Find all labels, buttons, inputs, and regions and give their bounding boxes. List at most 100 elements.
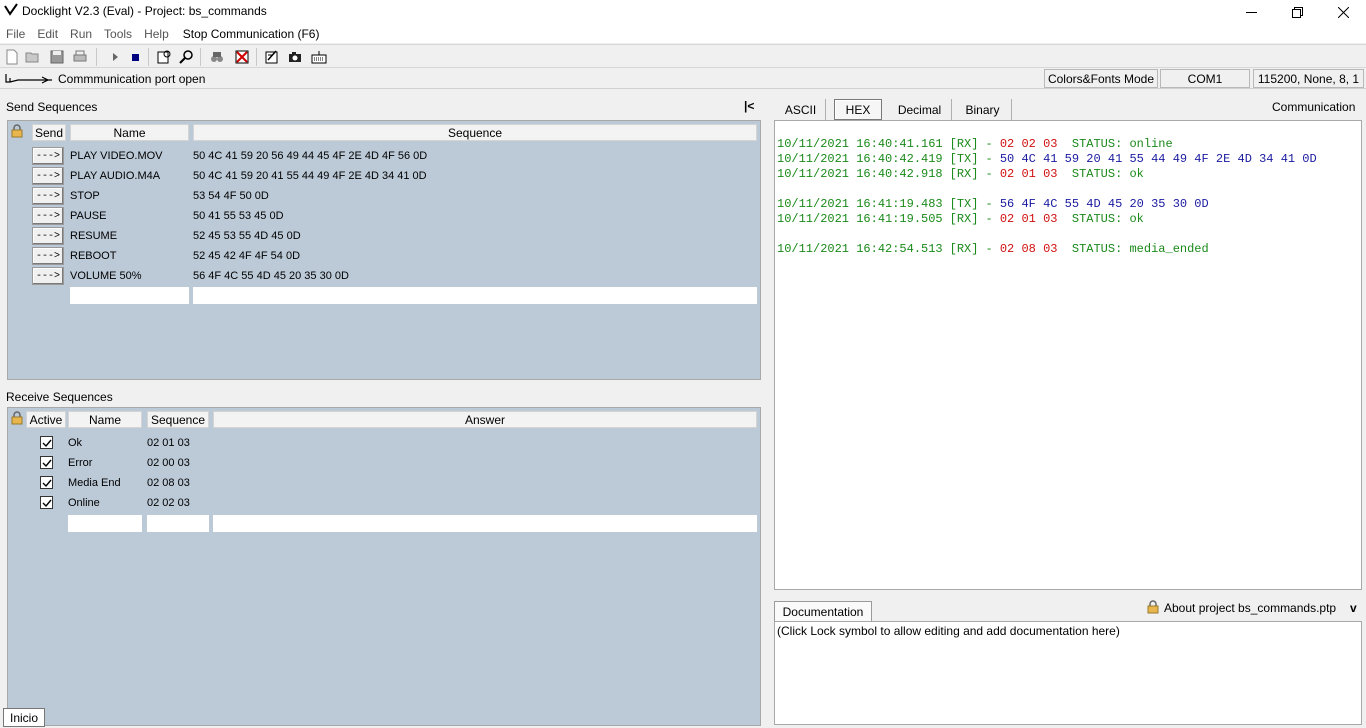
toolbar-separator [256,48,257,66]
send-sequence-value[interactable]: 53 54 4F 50 0D [193,187,269,205]
save-icon [50,50,64,64]
tab-hex[interactable]: HEX [834,99,882,120]
open-button[interactable] [24,48,42,66]
expand-toggle[interactable]: v [1350,601,1357,615]
send-sequence-value[interactable]: 50 4C 41 59 20 41 55 44 49 4F 2E 4D 34 4… [193,167,427,185]
active-checkbox[interactable] [40,476,53,489]
send-sequence-value[interactable]: 56 4F 4C 55 4D 45 20 35 30 0D [193,267,349,285]
tab-documentation[interactable]: Documentation [774,601,872,621]
search-button[interactable] [177,48,195,66]
send-sequence-name[interactable]: PAUSE [70,207,106,225]
send-sequence-name[interactable]: PLAY AUDIO.M4A [70,167,160,185]
about-project-label: About project bs_commands.ptp [1164,601,1337,615]
send-button[interactable]: ---> [32,267,64,285]
status-bar: Commmunication port open Colors&Fonts Mo… [0,68,1366,89]
new-receive-name-cell[interactable] [68,515,142,532]
play-button[interactable] [106,48,124,66]
col-header-send[interactable]: Send [32,124,66,141]
col-header-active[interactable]: Active [26,411,66,428]
menu-help[interactable]: Help [138,27,175,41]
send-sequence-value[interactable]: 52 45 53 55 4D 45 0D [193,227,301,245]
col-header-sequence[interactable]: Sequence [147,411,209,428]
log-timestamp: 10/11/2021 16:40:41.161 [777,137,943,151]
log-status: STATUS: online [1057,137,1173,151]
send-sequence-name[interactable]: REBOOT [70,247,116,265]
new-send-name-cell[interactable] [70,287,189,304]
send-button[interactable]: ---> [32,227,64,245]
send-sequence-name[interactable]: STOP [70,187,100,205]
colors-fonts-mode[interactable]: Colors&Fonts Mode [1044,69,1158,88]
send-button[interactable]: ---> [32,147,64,165]
collapse-toggle[interactable]: |< [744,99,754,113]
log-bytes: 56 4F 4C 55 4D 45 20 35 30 0D [999,197,1209,211]
receive-sequence-name[interactable]: Media End [68,474,121,492]
lock-icon[interactable] [10,411,24,425]
send-sequence-name[interactable]: VOLUME 50% [70,267,142,285]
col-header-name[interactable]: Name [68,411,142,428]
active-checkbox[interactable] [40,436,53,449]
script-button[interactable] [263,48,281,66]
send-sequence-name[interactable]: RESUME [70,227,117,245]
send-button[interactable]: ---> [32,207,64,225]
receive-sequence-name[interactable]: Ok [68,434,82,452]
send-sequence-name[interactable]: PLAY VIDEO.MOV [70,147,163,165]
active-checkbox[interactable] [40,496,53,509]
col-header-name[interactable]: Name [70,124,189,141]
send-button[interactable]: ---> [32,247,64,265]
stop-icon [132,54,139,61]
log-timestamp: 10/11/2021 16:42:54.513 [777,242,943,256]
new-receive-sequence-cell[interactable] [147,515,209,532]
save-button[interactable] [48,48,66,66]
new-send-sequence-cell[interactable] [193,287,757,304]
keyboard-icon [311,51,327,64]
new-button[interactable] [3,48,21,66]
close-button[interactable] [1320,0,1366,24]
menu-tools[interactable]: Tools [98,27,138,41]
active-checkbox[interactable] [40,456,53,469]
menu-file[interactable]: File [0,27,31,41]
play-icon [113,53,118,61]
receive-sequence-value[interactable]: 02 08 03 [147,474,190,492]
settings-button[interactable] [155,48,173,66]
restore-button[interactable] [1274,0,1320,24]
find-icon [211,52,223,62]
lock-icon[interactable] [1146,600,1160,614]
receive-sequence-value[interactable]: 02 02 03 [147,494,190,512]
col-header-answer[interactable]: Answer [213,411,757,428]
menu-edit[interactable]: Edit [31,27,64,41]
keyboard-button[interactable] [310,48,328,66]
tab-decimal[interactable]: Decimal [888,99,952,120]
restore-icon [1291,6,1303,18]
checkmark-icon [42,499,52,507]
find-button[interactable] [208,48,226,66]
tab-ascii[interactable]: ASCII [776,99,826,120]
menu-run[interactable]: Run [64,27,98,41]
toolbar-separator [200,48,201,66]
print-button[interactable] [71,48,89,66]
tab-binary[interactable]: Binary [954,99,1012,120]
receive-sequence-value[interactable]: 02 01 03 [147,434,190,452]
log-direction: [TX] [949,197,979,211]
communication-window[interactable]: 10/11/2021 16:40:41.161 [RX] - 02 02 03 ST… [774,120,1362,590]
receive-sequence-name[interactable]: Error [68,454,92,472]
documentation-window[interactable]: (Click Lock symbol to allow editing and … [774,621,1362,725]
receive-sequence-value[interactable]: 02 00 03 [147,454,190,472]
receive-sequence-name[interactable]: Online [68,494,100,512]
send-sequence-value[interactable]: 52 45 42 4F 4F 54 0D [193,247,300,265]
col-header-sequence[interactable]: Sequence [193,124,757,141]
clear-button[interactable] [233,48,251,66]
send-sequence-value[interactable]: 50 41 55 53 45 0D [193,207,284,225]
send-sequence-value[interactable]: 50 4C 41 59 20 56 49 44 45 4F 2E 4D 4F 5… [193,147,427,165]
new-receive-answer-cell[interactable] [213,515,757,532]
log-line: 10/11/2021 16:40:41.161 [RX] - 02 02 03 ST… [777,137,1173,152]
log-status: STATUS: ok [1057,167,1144,181]
menu-stop-communication[interactable]: Stop Communication (F6) [177,27,326,41]
snapshot-button[interactable] [286,48,304,66]
minimize-button[interactable] [1228,0,1274,24]
send-button[interactable]: ---> [32,187,64,205]
send-button[interactable]: ---> [32,167,64,185]
log-separator: - [985,137,1000,151]
lock-icon[interactable] [10,124,24,138]
stop-button[interactable] [126,48,144,66]
send-sequences-grid: Send Name Sequence ---> PLAY VIDEO.MOV 50 … [7,120,761,380]
